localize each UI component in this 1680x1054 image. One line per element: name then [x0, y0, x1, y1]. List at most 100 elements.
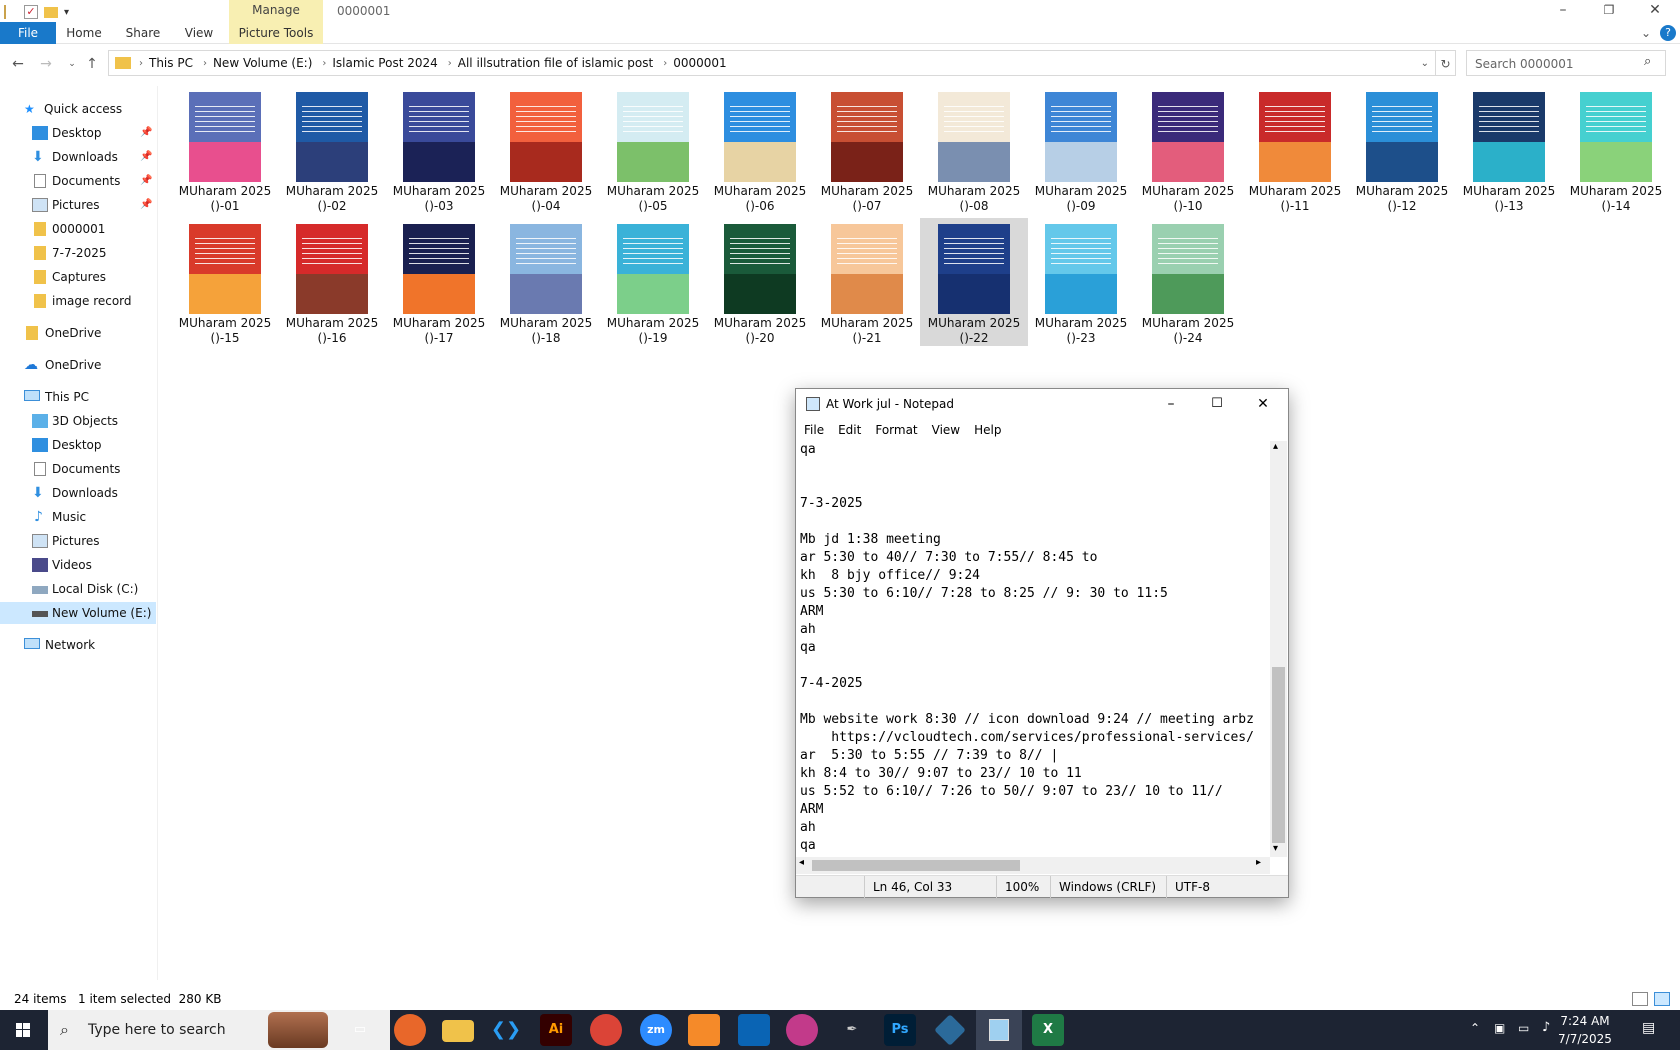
file-item[interactable]: MUharam 2025 ()-17 — [385, 218, 493, 346]
up-arrow-icon[interactable]: ↑ — [82, 50, 102, 78]
file-item[interactable]: MUharam 2025 ()-08 — [920, 86, 1028, 214]
file-item[interactable]: MUharam 2025 ()-12 — [1348, 86, 1456, 214]
horizontal-scroll-thumb[interactable] — [812, 860, 1020, 871]
breadcrumb-current-folder[interactable]: 0000001 — [673, 56, 726, 70]
firefox-icon[interactable] — [394, 1014, 426, 1046]
notepad-taskbar-icon[interactable] — [976, 1010, 1022, 1050]
file-item[interactable]: MUharam 2025 ()-10 — [1134, 86, 1242, 214]
taskbar-search-input[interactable]: Type here to search — [48, 1010, 390, 1050]
chrome-icon[interactable] — [590, 1014, 622, 1046]
file-item[interactable]: MUharam 2025 ()-18 — [492, 218, 600, 346]
tray-app-icon[interactable]: ▣ — [1494, 1021, 1505, 1035]
properties-icon[interactable] — [4, 5, 18, 19]
outlook-icon[interactable] — [738, 1014, 770, 1046]
pin-icon[interactable]: 📌 — [140, 146, 152, 168]
refresh-icon[interactable]: ↻ — [1436, 50, 1456, 76]
task-view-icon[interactable]: ▭ — [344, 1014, 376, 1046]
show-hidden-icons-icon[interactable]: ⌃ — [1470, 1021, 1480, 1035]
forward-arrow-icon[interactable]: → — [36, 50, 56, 78]
file-item[interactable]: MUharam 2025 ()-14 — [1562, 86, 1670, 214]
address-bar[interactable]: › This PC › New Volume (E:) › Islamic Po… — [108, 50, 1436, 76]
creative-cloud-icon[interactable] — [786, 1014, 818, 1046]
large-icons-view-icon[interactable] — [1654, 992, 1670, 1006]
menu-help[interactable]: Help — [974, 419, 1001, 441]
search-icon[interactable]: ⌕ — [1644, 54, 1651, 69]
breadcrumb-islamic-post[interactable]: Islamic Post 2024 — [332, 56, 437, 70]
nav-music[interactable]: ♪ Music — [0, 506, 156, 528]
file-item[interactable]: MUharam 2025 ()-22 — [920, 218, 1028, 346]
new-folder-icon[interactable] — [44, 6, 58, 18]
tab-view[interactable]: View — [180, 22, 218, 44]
file-item[interactable]: MUharam 2025 ()-19 — [599, 218, 707, 346]
file-item[interactable]: MUharam 2025 ()-11 — [1241, 86, 1349, 214]
tab-file[interactable]: File — [0, 22, 56, 44]
scroll-down-icon[interactable]: ▾ — [1273, 843, 1278, 854]
nav-this-pc[interactable]: This PC — [0, 386, 156, 408]
file-item[interactable]: MUharam 2025 ()-04 — [492, 86, 600, 214]
menu-format[interactable]: Format — [875, 419, 917, 441]
check-icon[interactable]: ✓ — [24, 5, 38, 19]
file-item[interactable]: MUharam 2025 ()-06 — [706, 86, 814, 214]
xampp-icon[interactable] — [688, 1014, 720, 1046]
menu-edit[interactable]: Edit — [838, 419, 861, 441]
file-item[interactable]: MUharam 2025 ()-16 — [278, 218, 386, 346]
notification-icon[interactable]: ▤ — [1642, 1020, 1655, 1036]
file-item[interactable]: MUharam 2025 ()-02 — [278, 86, 386, 214]
tab-home[interactable]: Home — [64, 22, 104, 44]
file-item[interactable]: MUharam 2025 ()-05 — [599, 86, 707, 214]
nav-folder-7-7-2025[interactable]: 7-7-2025 — [0, 242, 156, 264]
vertical-scrollbar[interactable]: ▴ ▾ — [1270, 441, 1287, 857]
scroll-up-icon[interactable]: ▴ — [1273, 441, 1278, 452]
nav-folder-captures[interactable]: Captures — [0, 266, 156, 288]
file-item[interactable]: MUharam 2025 ()-01 — [171, 86, 279, 214]
pen-tool-icon[interactable]: ✒ — [836, 1014, 868, 1046]
network-tray-icon[interactable]: ▭ — [1518, 1021, 1529, 1035]
nav-folder-image-record[interactable]: image record — [0, 290, 156, 312]
file-item[interactable]: MUharam 2025 ()-24 — [1134, 218, 1242, 346]
menu-view[interactable]: View — [932, 419, 960, 441]
clock[interactable]: 7:24 AM 7/7/2025 — [1550, 1012, 1620, 1048]
details-view-icon[interactable] — [1632, 992, 1648, 1006]
nav-pictures[interactable]: Pictures — [0, 530, 156, 552]
search-input[interactable]: Search 0000001 — [1466, 50, 1666, 76]
nav-new-volume-e[interactable]: New Volume (E:) — [0, 602, 156, 624]
menu-file[interactable]: File — [804, 419, 824, 441]
nav-videos[interactable]: Videos — [0, 554, 156, 576]
recent-locations-icon[interactable]: ⌄ — [62, 50, 82, 78]
illustrator-icon[interactable]: Ai — [540, 1014, 572, 1046]
file-item[interactable]: MUharam 2025 ()-23 — [1027, 218, 1135, 346]
customize-dropdown-icon[interactable]: ▾ — [64, 7, 69, 18]
file-item[interactable]: MUharam 2025 ()-07 — [813, 86, 921, 214]
file-item[interactable]: MUharam 2025 ()-13 — [1455, 86, 1563, 214]
nav-pinned-documents[interactable]: Documents 📌 — [0, 170, 156, 192]
scroll-left-icon[interactable]: ◂ — [799, 857, 804, 868]
pin-icon[interactable]: 📌 — [140, 194, 152, 216]
nav-local-disk-c[interactable]: Local Disk (C:) — [0, 578, 156, 600]
photoshop-icon[interactable]: Ps — [884, 1014, 916, 1046]
file-item[interactable]: MUharam 2025 ()-20 — [706, 218, 814, 346]
nav-quick-access[interactable]: ★ Quick access — [0, 98, 156, 120]
help-icon[interactable]: ? — [1660, 25, 1676, 41]
notepad-title-bar[interactable]: At Work jul - Notepad – ☐ ✕ — [796, 389, 1288, 419]
notepad-text-area[interactable]: qa 7-3-2025 Mb jd 1:38 meeting ar 5:30 t… — [800, 441, 1266, 857]
nav-pinned-downloads[interactable]: ⬇ Downloads 📌 — [0, 146, 156, 168]
nav-downloads[interactable]: ⬇ Downloads — [0, 482, 156, 504]
notepad-minimize-button[interactable]: – — [1148, 389, 1194, 419]
scroll-right-icon[interactable]: ▸ — [1256, 857, 1261, 868]
vscode-icon[interactable]: ❮❯ — [490, 1014, 522, 1046]
restore-button[interactable]: ❐ — [1586, 0, 1632, 22]
address-dropdown-icon[interactable]: ⌄ — [1421, 58, 1429, 69]
start-button[interactable] — [0, 1010, 46, 1050]
tab-share[interactable]: Share — [120, 22, 166, 44]
minimize-button[interactable]: – — [1540, 0, 1586, 22]
breadcrumb-this-pc[interactable]: This PC — [149, 56, 193, 70]
horizontal-scrollbar[interactable]: ◂ ▸ — [796, 857, 1270, 874]
nav-folder-0000001[interactable]: 0000001 — [0, 218, 156, 240]
ribbon-expand-icon[interactable]: ⌄ — [1636, 22, 1656, 44]
file-item[interactable]: MUharam 2025 ()-03 — [385, 86, 493, 214]
file-item[interactable]: MUharam 2025 ()-21 — [813, 218, 921, 346]
excel-icon[interactable]: X — [1032, 1014, 1064, 1046]
nav-pinned-pictures[interactable]: Pictures 📌 — [0, 194, 156, 216]
file-explorer-icon[interactable] — [442, 1020, 474, 1042]
app-diamond-icon[interactable] — [934, 1014, 966, 1046]
